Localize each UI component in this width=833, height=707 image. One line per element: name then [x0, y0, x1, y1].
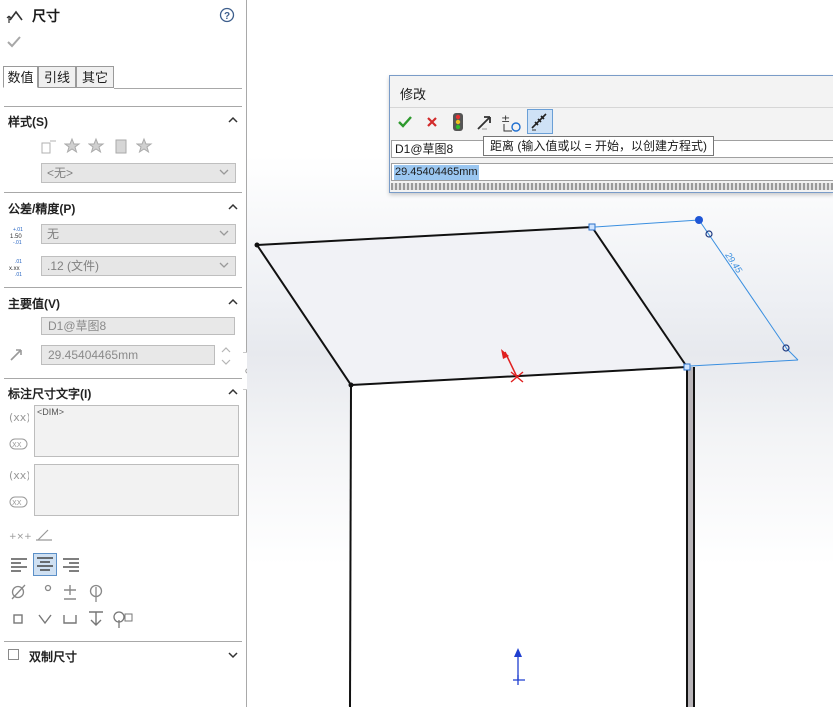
apply-style-icon[interactable]	[40, 137, 60, 157]
chevron-down-icon	[219, 169, 229, 175]
inspection-dimension-icon[interactable]	[34, 526, 56, 544]
mark-for-drawing-button[interactable]	[527, 109, 553, 134]
countersink-symbol-icon[interactable]	[36, 610, 56, 628]
text-above-icon[interactable]: (xx)	[9, 409, 29, 425]
svg-text:.01: .01	[15, 272, 22, 277]
svg-text:(xx): (xx)	[9, 469, 29, 482]
add-parentheses-icon[interactable]: +×+	[9, 528, 31, 544]
tab-value[interactable]: 数值	[3, 66, 38, 88]
svg-text:.01: .01	[15, 259, 22, 265]
text-above-icon[interactable]: (xx)	[9, 467, 29, 483]
dimension-text-area-bottom[interactable]	[34, 464, 239, 516]
tab-leaders[interactable]: 引线	[38, 66, 76, 88]
chevron-down-icon	[219, 230, 229, 236]
property-manager-panel: 尺寸 ? 数值 引线 其它 样式(S) <无> 公差/精度(P) +.01 1.…	[0, 0, 254, 707]
svg-text:XX: XX	[12, 441, 22, 449]
rebuild-icon[interactable]	[450, 112, 466, 132]
dimension-text-section-title: 标注尺寸文字(I)	[8, 387, 92, 401]
close-icon[interactable]	[424, 114, 440, 130]
mark-dimension-icon[interactable]: ±	[500, 111, 524, 133]
panel-title: 尺寸	[32, 8, 60, 24]
more-symbols-icon[interactable]	[111, 608, 135, 630]
diameter-symbol-icon[interactable]	[9, 583, 29, 601]
endpoint-handle[interactable]	[683, 363, 691, 371]
endpoint-handle[interactable]	[588, 223, 596, 231]
chevron-up-icon[interactable]	[226, 295, 240, 309]
chevron-up-icon[interactable]	[226, 113, 240, 127]
depth-symbol-icon[interactable]	[86, 609, 106, 629]
dimension-value-field[interactable]: 29.45404465mm	[391, 163, 833, 181]
style-dropdown[interactable]: <无>	[41, 163, 236, 183]
modify-dialog-title: 修改	[400, 87, 427, 102]
chevron-up-icon[interactable]	[226, 385, 240, 399]
align-center-icon	[37, 557, 53, 571]
svg-text:-.01: -.01	[13, 240, 22, 245]
check-icon[interactable]	[397, 114, 413, 130]
value-text-selected: 29.45404465mm	[394, 165, 479, 180]
svg-text:±: ±	[501, 112, 510, 125]
tolerance-type-dropdown[interactable]: 无	[41, 224, 236, 244]
text-below-icon[interactable]: XX	[9, 436, 29, 452]
dual-dimension-checkbox[interactable]	[8, 649, 19, 660]
modify-dialog: 修改 ± D1@草图8 距离 (输入值或以 = 开始，以创建方程式) 29.45…	[389, 75, 833, 193]
dim-token: <DIM>	[37, 407, 65, 417]
dimension-drag-handle[interactable]	[695, 216, 703, 224]
primary-value-section-title: 主要值(V)	[8, 297, 60, 311]
vertex	[348, 382, 354, 388]
primary-value-field[interactable]: 29.45404465mm	[41, 345, 215, 365]
tooltip: 距离 (输入值或以 = 开始，以创建方程式)	[483, 136, 715, 156]
tolerance-section-title: 公差/精度(P)	[8, 202, 76, 216]
style-section-title: 样式(S)	[8, 115, 48, 129]
ok-check-icon[interactable]	[7, 35, 21, 49]
svg-text:XX: XX	[12, 499, 22, 507]
dual-dimension-section-title: 双制尺寸	[29, 650, 78, 664]
delete-style-icon[interactable]	[88, 137, 108, 157]
thumbwheel-slider[interactable]	[391, 183, 833, 190]
svg-text:?: ?	[224, 11, 230, 22]
centerline-symbol-icon[interactable]	[86, 583, 106, 603]
text-below-icon[interactable]: XX	[9, 494, 29, 510]
precision-dropdown[interactable]: .12 (文件)	[41, 256, 236, 276]
spinner-icon[interactable]	[219, 345, 233, 367]
tolerance-type-icon: +.01 1.50 -.01	[10, 227, 23, 245]
svg-text:+.01: +.01	[13, 227, 23, 233]
ruler-icon	[531, 113, 547, 131]
svg-text:+×+: +×+	[9, 532, 31, 542]
square-symbol-icon[interactable]	[9, 610, 29, 628]
tab-other[interactable]: 其它	[76, 66, 114, 88]
style-buttons	[40, 137, 160, 157]
save-style-icon[interactable]	[112, 137, 132, 157]
top-face	[257, 227, 687, 385]
chevron-down-icon	[219, 262, 229, 268]
chevron-up-icon[interactable]	[226, 200, 240, 214]
dimension-arrow-icon	[10, 349, 22, 361]
reverse-direction-icon[interactable]	[474, 111, 496, 133]
counterbore-symbol-icon[interactable]	[61, 610, 81, 628]
load-style-icon[interactable]	[136, 137, 156, 157]
align-center-button[interactable]	[33, 553, 57, 576]
align-left-icon[interactable]	[9, 556, 29, 574]
align-right-icon[interactable]	[61, 556, 81, 574]
degree-symbol-icon[interactable]	[38, 583, 58, 601]
dimension-text-area-top[interactable]: <DIM>	[34, 405, 239, 457]
dimension-icon	[6, 10, 23, 23]
precision-icon: .01 x.xx .01	[9, 259, 22, 277]
svg-text:(xx): (xx)	[9, 411, 29, 424]
plus-minus-symbol-icon[interactable]	[61, 583, 81, 601]
vertex	[254, 242, 260, 248]
add-style-icon[interactable]	[64, 137, 84, 157]
question-circle-icon[interactable]: ?	[219, 7, 235, 23]
side-face	[687, 367, 694, 707]
primary-name-field[interactable]: D1@草图8	[41, 317, 235, 335]
chevron-down-icon[interactable]	[226, 648, 240, 662]
